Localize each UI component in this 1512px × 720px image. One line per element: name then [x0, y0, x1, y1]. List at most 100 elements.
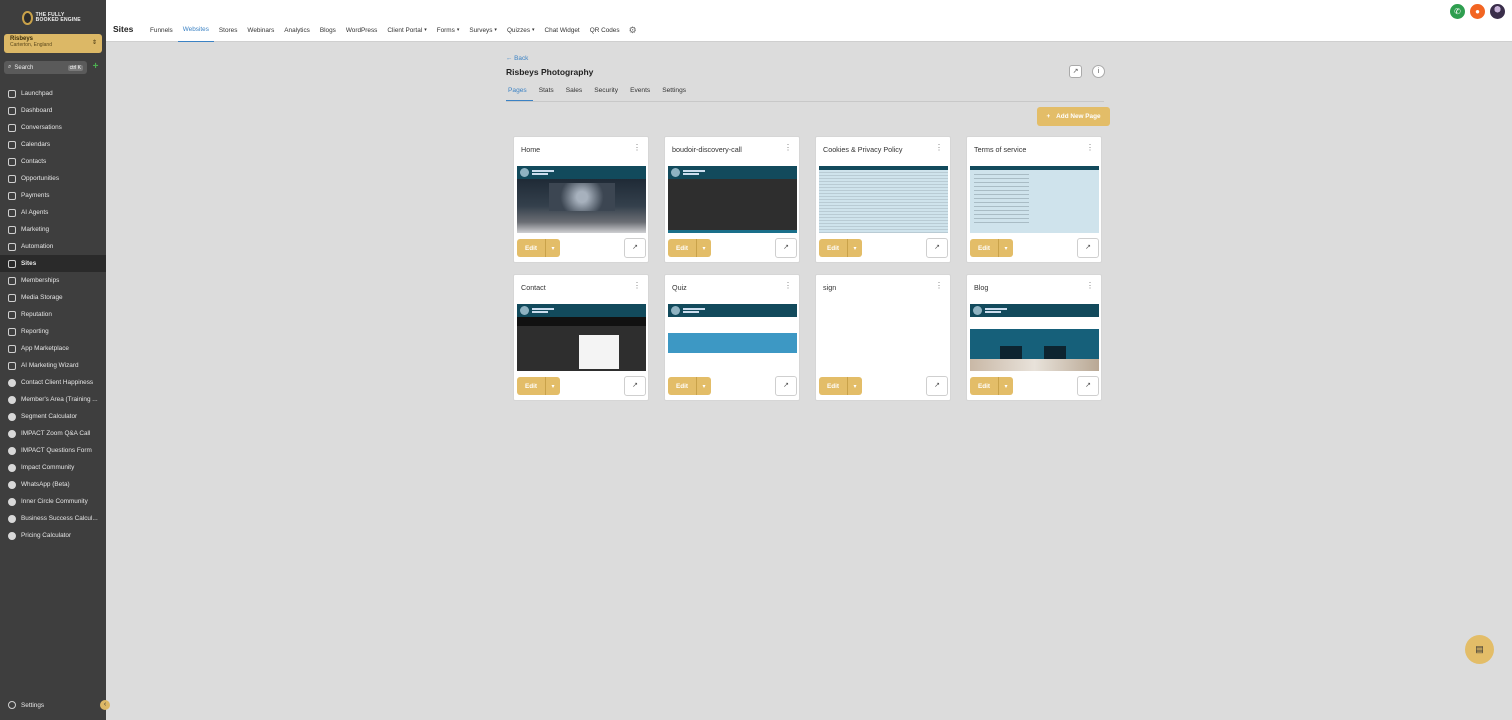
subtab-pages[interactable]: Pages	[506, 86, 533, 101]
tab-client-portal[interactable]: Client Portal ▾	[382, 25, 431, 42]
chevron-down-icon[interactable]: ▾	[546, 239, 560, 257]
avatar[interactable]	[1490, 4, 1505, 19]
phone-icon[interactable]: ✆	[1450, 4, 1465, 19]
back-link[interactable]: ← Back	[506, 55, 528, 62]
gear-icon[interactable]: ⚙	[625, 25, 637, 42]
quick-add-button[interactable]: +	[90, 62, 101, 73]
open-external-icon[interactable]: ↗	[1077, 238, 1099, 258]
tab-quizzes[interactable]: Quizzes ▾	[502, 25, 540, 42]
page-preview-thumbnail[interactable]	[970, 304, 1099, 371]
page-card[interactable]: Quiz ⋮ Edit ▾ ↗	[664, 274, 800, 401]
sidebar-item-payments[interactable]: Payments	[0, 187, 106, 204]
sidebar-item-conversations[interactable]: Conversations	[0, 119, 106, 136]
edit-button[interactable]: Edit	[668, 239, 697, 257]
sidebar-item-dashboard[interactable]: Dashboard	[0, 102, 106, 119]
edit-button[interactable]: Edit	[970, 377, 999, 395]
subtab-stats[interactable]: Stats	[537, 86, 560, 101]
sidebar-item-media-storage[interactable]: Media Storage	[0, 289, 106, 306]
more-options-icon[interactable]: ⋮	[633, 143, 641, 152]
open-site-external-icon[interactable]: ↗	[1069, 65, 1082, 78]
sidebar-item-impact-questions-form[interactable]: IMPACT Questions Form	[0, 442, 106, 459]
chevron-down-icon[interactable]: ▾	[848, 239, 862, 257]
search-input[interactable]: ⌕ Search ctrl K	[4, 61, 87, 74]
sidebar-item-member-s-area-training[interactable]: Member's Area (Training ...	[0, 391, 106, 408]
more-options-icon[interactable]: ⋮	[935, 143, 943, 152]
subtab-events[interactable]: Events	[628, 86, 656, 101]
chevron-down-icon[interactable]: ▾	[848, 377, 862, 395]
sidebar-item-memberships[interactable]: Memberships	[0, 272, 106, 289]
open-external-icon[interactable]: ↗	[1077, 376, 1099, 396]
tab-blogs[interactable]: Blogs	[315, 25, 341, 42]
sidebar-item-automation[interactable]: Automation	[0, 238, 106, 255]
sidebar-item-impact-community[interactable]: Impact Community	[0, 459, 106, 476]
tab-wordpress[interactable]: WordPress	[341, 25, 383, 42]
sidebar-item-app-marketplace[interactable]: App Marketplace	[0, 340, 106, 357]
tab-analytics[interactable]: Analytics	[279, 25, 315, 42]
open-external-icon[interactable]: ↗	[775, 238, 797, 258]
page-card[interactable]: Contact ⋮ Edit ▾ ↗	[513, 274, 649, 401]
page-card[interactable]: Cookies & Privacy Policy ⋮ Edit ▾ ↗	[815, 136, 951, 263]
chevron-down-icon[interactable]: ▾	[697, 239, 711, 257]
open-external-icon[interactable]: ↗	[926, 376, 948, 396]
page-card[interactable]: sign ⋮ Edit ▾ ↗	[815, 274, 951, 401]
page-card[interactable]: Blog ⋮ Edit ▾ ↗	[966, 274, 1102, 401]
edit-button[interactable]: Edit	[517, 239, 546, 257]
more-options-icon[interactable]: ⋮	[935, 281, 943, 290]
page-preview-thumbnail[interactable]	[517, 304, 646, 371]
open-external-icon[interactable]: ↗	[775, 376, 797, 396]
page-preview-thumbnail[interactable]	[668, 304, 797, 371]
page-preview-thumbnail[interactable]	[819, 166, 948, 233]
sidebar-item-impact-zoom-q-a-call[interactable]: IMPACT Zoom Q&A Call	[0, 425, 106, 442]
page-card[interactable]: Terms of service ⋮ Edit ▾ ↗	[966, 136, 1102, 263]
edit-button[interactable]: Edit	[819, 239, 848, 257]
sidebar-item-ai-marketing-wizard[interactable]: AI Marketing Wizard	[0, 357, 106, 374]
edit-button[interactable]: Edit	[517, 377, 546, 395]
open-external-icon[interactable]: ↗	[926, 238, 948, 258]
sidebar-item-contacts[interactable]: Contacts	[0, 153, 106, 170]
info-icon[interactable]: i	[1092, 65, 1105, 78]
sidebar-item-reputation[interactable]: Reputation	[0, 306, 106, 323]
tab-funnels[interactable]: Funnels	[145, 25, 178, 42]
sidebar-item-segment-calculator[interactable]: Segment Calculator	[0, 408, 106, 425]
sidebar-item-whatsapp-beta[interactable]: WhatsApp (Beta)	[0, 476, 106, 493]
more-options-icon[interactable]: ⋮	[1086, 143, 1094, 152]
sidebar-item-reporting[interactable]: Reporting	[0, 323, 106, 340]
tab-chat-widget[interactable]: Chat Widget	[540, 25, 585, 42]
sidebar-item-pricing-calculator[interactable]: Pricing Calculator	[0, 527, 106, 544]
page-card[interactable]: Home ⋮ Edit ▾ ↗	[513, 136, 649, 263]
chevron-down-icon[interactable]: ▾	[697, 377, 711, 395]
sidebar-item-sites[interactable]: Sites	[0, 255, 106, 272]
page-preview-thumbnail[interactable]	[668, 166, 797, 233]
sidebar-item-contact-client-happiness[interactable]: Contact Client Happiness	[0, 374, 106, 391]
sidebar-item-ai-agents[interactable]: AI Agents	[0, 204, 106, 221]
tab-stores[interactable]: Stores	[214, 25, 242, 42]
sidebar-item-business-success-calcul[interactable]: Business Success Calcul...	[0, 510, 106, 527]
edit-button[interactable]: Edit	[668, 377, 697, 395]
page-preview-thumbnail[interactable]	[970, 166, 1099, 233]
tab-websites[interactable]: Websites	[177, 25, 214, 42]
page-preview-thumbnail[interactable]	[517, 166, 646, 233]
notification-bell-icon[interactable]: ●	[1470, 4, 1485, 19]
tab-qr-codes[interactable]: QR Codes	[585, 25, 625, 42]
chat-widget-button[interactable]: ▤	[1465, 635, 1494, 664]
subtab-sales[interactable]: Sales	[564, 86, 589, 101]
collapse-sidebar-button[interactable]: ‹	[100, 700, 110, 710]
sidebar-item-marketing[interactable]: Marketing	[0, 221, 106, 238]
more-options-icon[interactable]: ⋮	[633, 281, 641, 290]
edit-button[interactable]: Edit	[819, 377, 848, 395]
brand-logo[interactable]: THE FULLY BOOKED ENGINE	[22, 8, 86, 28]
subtab-security[interactable]: Security	[592, 86, 624, 101]
more-options-icon[interactable]: ⋮	[784, 281, 792, 290]
chevron-down-icon[interactable]: ▾	[999, 377, 1013, 395]
chevron-down-icon[interactable]: ▾	[999, 239, 1013, 257]
account-switcher[interactable]: Risbeys Carterton, England ⇕	[4, 34, 102, 53]
open-external-icon[interactable]: ↗	[624, 238, 646, 258]
more-options-icon[interactable]: ⋮	[1086, 281, 1094, 290]
open-external-icon[interactable]: ↗	[624, 376, 646, 396]
sidebar-item-inner-circle-community[interactable]: Inner Circle Community	[0, 493, 106, 510]
edit-button[interactable]: Edit	[970, 239, 999, 257]
subtab-settings[interactable]: Settings	[660, 86, 692, 101]
sidebar-item-settings[interactable]: Settings	[0, 697, 106, 713]
tab-forms[interactable]: Forms ▾	[432, 25, 465, 42]
page-card[interactable]: boudoir-discovery-call ⋮ Edit ▾ ↗	[664, 136, 800, 263]
